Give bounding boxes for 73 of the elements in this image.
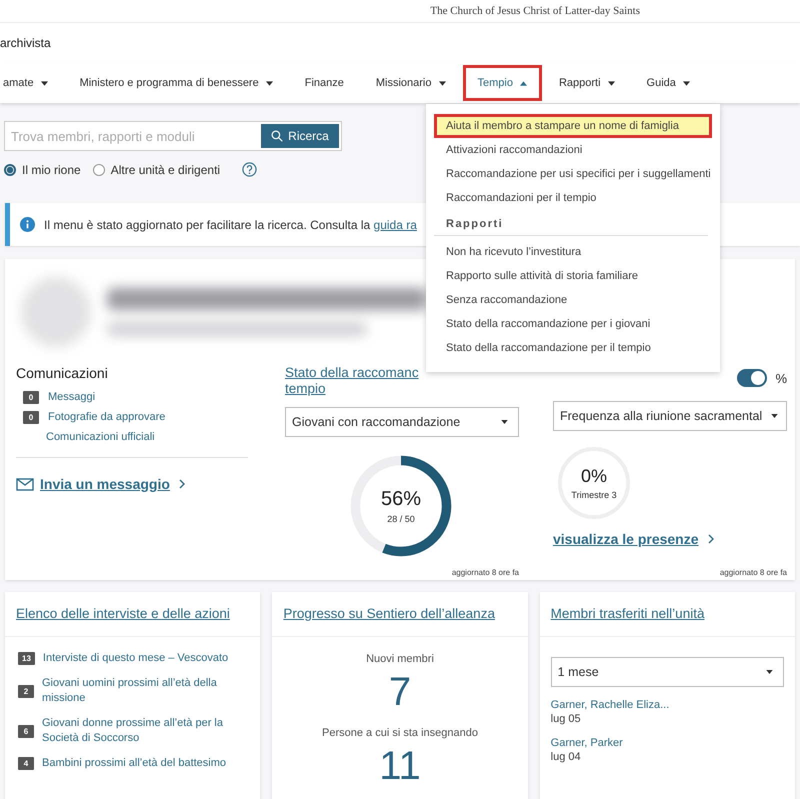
menu-item[interactable]: Raccomandazioni per il tempio (434, 186, 712, 210)
nav-menu-item[interactable]: Guida (632, 65, 705, 101)
app-title: archivista (0, 36, 51, 50)
stat-value: 7 (388, 669, 412, 716)
view-attendance-link[interactable]: visualizza le presenze (553, 531, 699, 547)
menu-item[interactable]: Aiuta il membro a stampare un nome di famiglia (434, 114, 712, 138)
interview-list-link[interactable]: Giovani uomini prossimi all’età della missione (42, 676, 250, 706)
menu-item[interactable]: Attivazioni raccomandazioni (434, 138, 712, 162)
attendance-select[interactable]: Frequenza alla riunione sacramental (553, 401, 787, 431)
ratio-value: 28 / 50 (387, 514, 415, 524)
communication-link[interactable]: Fotografie da approvare (48, 411, 166, 423)
stat-value: 11 (379, 743, 421, 790)
member-date: lug 04 (550, 751, 582, 763)
menu-item[interactable]: Stato della raccomandazione per i giovani (434, 312, 712, 336)
notice-text: Il menu è stato aggiornato per facilitare la ricerca. Consulta la guida ra (44, 218, 417, 232)
menu-item[interactable]: Senza raccomandazione (434, 288, 712, 312)
menu-item[interactable]: Stato della raccomandazione per il tempio (434, 336, 712, 360)
card-title-link[interactable]: Membri trasferiti nell’unità (550, 606, 704, 622)
stat-label: Nuovi membri (366, 653, 434, 665)
nav-menu-item[interactable]: Missionario (360, 65, 460, 101)
nav-menu-item[interactable]: Ministero e programma di benessere (64, 65, 288, 101)
period-select[interactable]: 1 mese (550, 657, 784, 687)
member-date: lug 05 (550, 713, 582, 725)
toggle-label: % (775, 370, 787, 386)
search-button[interactable]: Ricerca (261, 124, 339, 148)
info-icon (20, 217, 35, 232)
count-badge: 13 (18, 652, 35, 665)
menu-section-heading: Rapporti (434, 210, 708, 236)
menu-item[interactable]: Non ha ricevuto l’investitura (434, 240, 712, 264)
period-label: Trimestre 3 (571, 490, 617, 500)
nav-menu-item[interactable]: amate (0, 65, 63, 101)
stat-label: Persone a cui si sta insegnando (322, 727, 478, 739)
organization-name: The Church of Jesus Christ of Latter-day Saints (430, 5, 640, 17)
member-name-link[interactable]: Garner, Rachelle Eliza... (550, 699, 784, 711)
scope-radio[interactable]: Il mio rione (4, 162, 81, 176)
interview-list-link[interactable]: Interviste di questo mese – Vescovato (42, 651, 228, 666)
interview-list-link[interactable]: Giovani donne prossime all’età per la Società di Soccorso (42, 716, 250, 746)
updated-note: aggiornato 8 ore fa (720, 568, 787, 577)
communication-link[interactable]: Messaggi (48, 391, 96, 403)
count-badge: 4 (18, 757, 34, 770)
caret-icon (771, 414, 778, 418)
communication-link[interactable]: Comunicazioni ufficiali (46, 431, 155, 443)
help-icon[interactable] (242, 162, 258, 177)
guide-link[interactable]: guida ra (374, 218, 417, 232)
search-field[interactable]: Trova membri, rapporti e moduli Ricerca (4, 121, 342, 151)
chevron-icon (178, 479, 185, 489)
send-message-link[interactable]: Invia un messaggio (40, 476, 170, 492)
nav-menu-item[interactable]: Rapporti (544, 65, 630, 101)
section-title: Comunicazioni (16, 365, 109, 381)
nav-menu-item[interactable]: Tempio (462, 65, 542, 101)
card-title-link[interactable]: Elenco delle interviste e delle azioni (16, 606, 230, 622)
envelope-icon (16, 478, 34, 490)
percent-value: 0% (580, 466, 607, 487)
count-badge: 6 (18, 724, 34, 738)
scope-radio[interactable]: Altre unità e dirigenti (92, 162, 220, 176)
recommend-status-link[interactable]: Stato della raccomanc tempio (285, 365, 519, 397)
count-badge: 2 (18, 684, 34, 698)
percent-value: 56% (380, 488, 422, 511)
menu-item[interactable]: Raccomandazione per usi specifici per i suggellamenti (434, 162, 712, 186)
percent-toggle[interactable] (737, 369, 768, 387)
updated-note: aggiornato 8 ore fa (452, 568, 519, 577)
chevron-icon (708, 534, 714, 544)
card-title-link[interactable]: Progresso su Sentiero dell’alleanza (283, 606, 495, 622)
nav-menu-item[interactable]: Finanze (290, 65, 359, 101)
interview-list-link[interactable]: Bambini prossimi all’età del battesimo (42, 756, 226, 771)
count-badge: 0 (23, 410, 39, 424)
search-icon (271, 130, 284, 142)
member-name-link[interactable]: Garner, Parker (550, 737, 784, 749)
menu-item[interactable]: Rapporto sulle attività di storia familiare (434, 264, 712, 288)
recommend-select[interactable]: Giovani con raccomandazione (285, 407, 519, 437)
count-badge: 0 (23, 390, 39, 404)
caret-icon (766, 670, 773, 674)
caret-icon (501, 420, 508, 424)
